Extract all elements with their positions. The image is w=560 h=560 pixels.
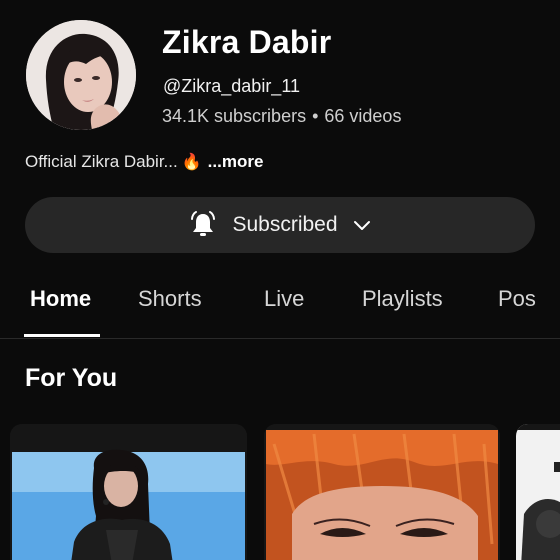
fire-emoji: 🔥 xyxy=(181,154,202,171)
active-tab-indicator xyxy=(24,334,100,337)
more-link[interactable]: ...more xyxy=(208,152,264,172)
tab-live[interactable]: Live xyxy=(264,286,304,312)
channel-description[interactable]: Official Zikra Dabir... 🔥 ...more xyxy=(25,152,263,172)
subscribed-label: Subscribed xyxy=(232,213,338,236)
tab-posts[interactable]: Pos xyxy=(498,286,536,312)
video-count: 66 videos xyxy=(324,106,402,126)
channel-tabs: Home Shorts Live Playlists Pos xyxy=(0,286,560,338)
stats-separator: • xyxy=(312,106,319,126)
avatar-image xyxy=(26,20,136,130)
channel-handle: @Zikra_dabir_11 xyxy=(163,76,301,96)
channel-stats: 34.1K subscribers • 66 videos xyxy=(162,106,401,127)
subscribed-button[interactable]: Subscribed xyxy=(25,197,535,253)
channel-name: Zikra Dabir xyxy=(162,24,332,60)
tab-home[interactable]: Home xyxy=(30,286,91,312)
video-card[interactable] xyxy=(264,424,500,560)
channel-avatar[interactable] xyxy=(26,20,136,130)
video-card[interactable] xyxy=(10,424,247,560)
video-thumbnail xyxy=(10,424,247,560)
video-thumbnail xyxy=(264,424,500,560)
subscriber-count: 34.1K subscribers xyxy=(162,106,307,126)
video-card[interactable] xyxy=(516,424,560,560)
video-thumbnail xyxy=(516,424,560,560)
section-title-for-you: For You xyxy=(25,364,118,392)
channel-page: Zikra Dabir @Zikra_dabir_11 34.1K subscr… xyxy=(0,0,560,560)
tab-playlists[interactable]: Playlists xyxy=(362,286,443,312)
bell-ring-icon xyxy=(191,211,216,236)
tab-shorts[interactable]: Shorts xyxy=(138,286,202,312)
tabs-divider xyxy=(0,338,560,339)
description-text: Official Zikra Dabir... xyxy=(25,152,178,171)
chevron-down-icon xyxy=(353,221,370,230)
